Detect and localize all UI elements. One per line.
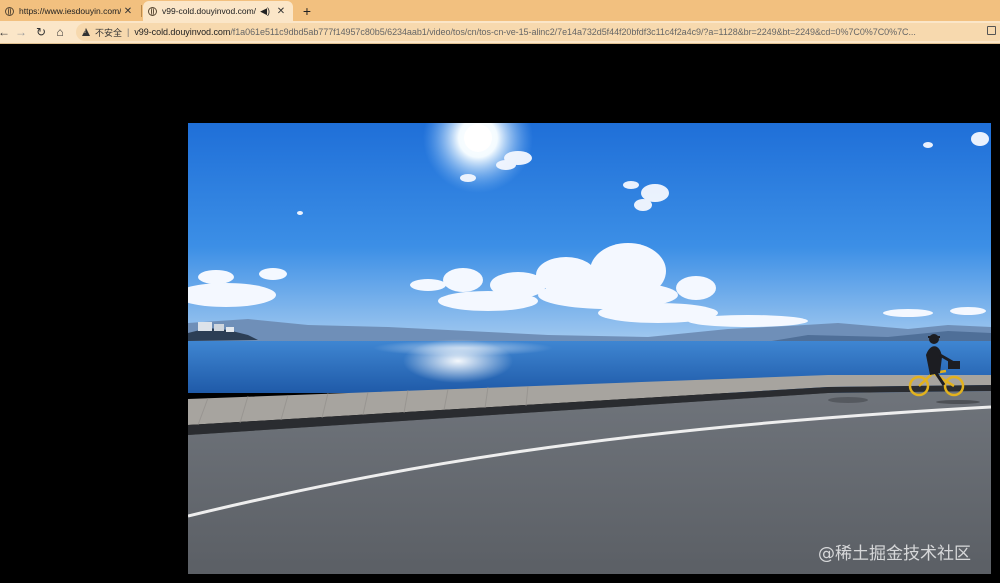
tab-title: v99-cold.douyinvod.com/f xyxy=(162,6,257,16)
security-label[interactable]: 不安全 xyxy=(95,26,122,39)
omnibox-separator: | xyxy=(127,27,130,37)
video-frame xyxy=(188,123,991,574)
page-content: @稀土掘金技术社区 xyxy=(0,44,1000,583)
tab-iesdouyin[interactable]: https://www.iesdouyin.com/w ✕ xyxy=(0,1,140,21)
tab-separator xyxy=(141,5,142,17)
tab-title: https://www.iesdouyin.com/w xyxy=(19,6,121,16)
close-icon[interactable]: ✕ xyxy=(274,6,288,17)
globe-icon xyxy=(148,6,157,16)
warning-icon[interactable] xyxy=(82,28,90,36)
home-icon[interactable]: ⌂ xyxy=(52,24,68,40)
tab-strip: https://www.iesdouyin.com/w ✕ v99-cold.d… xyxy=(0,0,1000,21)
browser-window: https://www.iesdouyin.com/w ✕ v99-cold.d… xyxy=(0,0,1000,583)
url-path: /f1a061e511c9dbd5ab777f14957c80b5/6234aa… xyxy=(230,27,916,37)
url-text[interactable]: v99-cold.douyinvod.com/f1a061e511c9dbd5a… xyxy=(134,27,916,37)
reload-icon[interactable]: ↻ xyxy=(33,24,49,40)
share-icon[interactable] xyxy=(987,26,996,35)
globe-icon xyxy=(5,6,14,16)
toolbar: ← → ↻ ⌂ 不安全 | v99-cold.douyinvod.com/f1a… xyxy=(0,21,1000,44)
url-host: v99-cold.douyinvod.com xyxy=(134,27,231,37)
video-watermark: @稀土掘金技术社区 xyxy=(818,544,971,564)
back-arrow-icon[interactable]: ← xyxy=(0,24,12,40)
speaker-icon[interactable]: ◀︎) xyxy=(260,6,270,17)
forward-arrow-icon[interactable]: → xyxy=(13,24,29,40)
address-bar[interactable]: 不安全 | v99-cold.douyinvod.com/f1a061e511c… xyxy=(76,23,1000,41)
close-icon[interactable]: ✕ xyxy=(121,6,135,17)
video-player[interactable]: @稀土掘金技术社区 xyxy=(188,123,991,574)
new-tab-button[interactable]: + xyxy=(298,1,316,21)
tab-douyinvod[interactable]: v99-cold.douyinvod.com/f ◀︎) ✕ xyxy=(143,1,293,21)
